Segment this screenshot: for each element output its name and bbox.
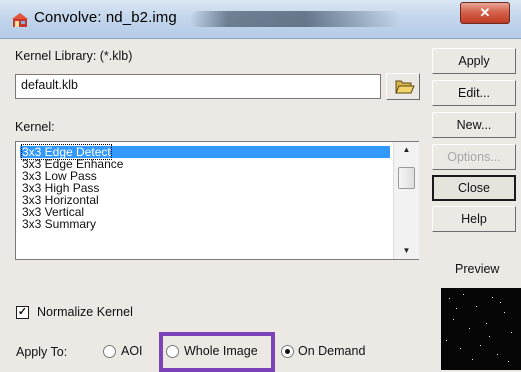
apply-to-aoi-radio[interactable] [103,345,116,358]
check-icon: ✓ [17,306,28,318]
title-glare [190,11,400,27]
kernel-list[interactable]: 3x3 Edge Detect 3x3 Edge Enhance 3x3 Low… [15,141,419,260]
kernel-label: Kernel: [15,120,55,134]
window-close-button[interactable]: ✕ [460,2,510,24]
close-icon: ✕ [479,5,491,20]
kernel-library-label: Kernel Library: (*.klb) [15,49,133,63]
normalize-kernel-checkbox[interactable]: ✓ [16,306,29,319]
new-button[interactable]: New... [432,112,516,138]
window-title: Convolve: nd_b2.img [34,9,177,26]
normalize-kernel-label: Normalize Kernel [37,305,133,319]
help-button[interactable]: Help [432,206,516,232]
scroll-down-arrow-icon[interactable]: ▼ [394,243,419,259]
kernel-list-scrollbar[interactable]: ▲ ▼ [393,142,419,259]
apply-to-label: Apply To: [16,345,68,359]
browse-library-button[interactable] [386,73,420,100]
title-bar[interactable]: Convolve: nd_b2.img ✕ [0,0,521,39]
kernel-library-input[interactable]: default.klb [15,74,381,99]
folder-open-icon [395,80,415,94]
scroll-thumb[interactable] [398,167,415,189]
edit-button[interactable]: Edit... [432,80,516,106]
apply-to-aoi-label: AOI [121,344,143,358]
close-button[interactable]: Close [432,175,516,201]
kernel-list-item[interactable]: 3x3 Summary [20,218,98,230]
convolve-app-icon [12,13,28,27]
kernel-library-value: default.klb [21,78,78,92]
scroll-up-arrow-icon[interactable]: ▲ [394,142,419,158]
apply-to-on-demand-radio[interactable] [281,345,294,358]
preview-label: Preview [455,262,500,276]
apply-button[interactable]: Apply [432,48,516,74]
options-button[interactable]: Options... [432,144,516,170]
whole-image-highlight [159,332,275,372]
apply-to-on-demand-label: On Demand [298,344,366,358]
preview-image [441,288,521,370]
